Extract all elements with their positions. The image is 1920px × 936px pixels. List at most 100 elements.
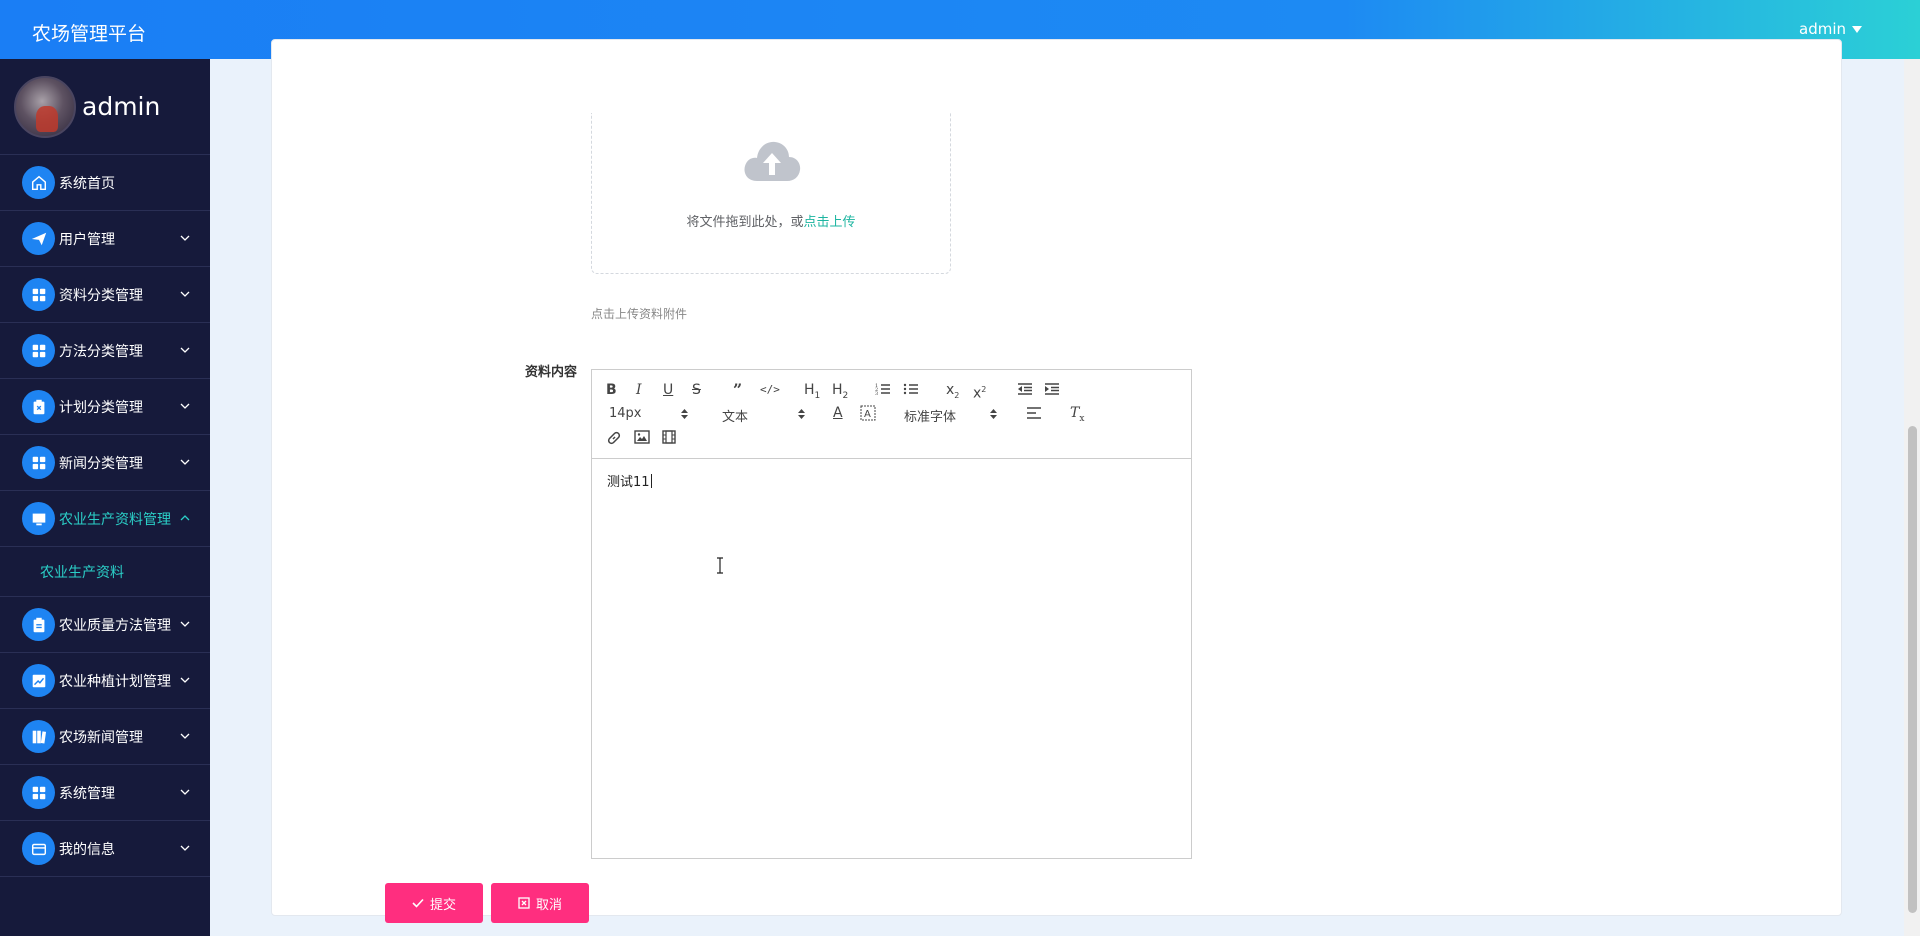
image-icon[interactable] (634, 430, 650, 444)
chevron-down-icon (180, 677, 190, 683)
select-arrows-icon (798, 409, 805, 419)
card-icon (22, 832, 55, 865)
sidebar-item-user-management[interactable]: 用户管理 (0, 211, 210, 267)
check-icon (412, 898, 424, 908)
header1-icon[interactable]: H1 (804, 382, 820, 404)
scrollbar-thumb[interactable] (1908, 426, 1917, 913)
chevron-down-icon (180, 789, 190, 795)
main-content: 将文件拖到此处，或点击上传 点击上传资料附件 资料内容 B I U S ” </… (210, 39, 1904, 936)
font-family-select[interactable]: 标准字体 (904, 406, 998, 425)
upload-tip: 点击上传资料附件 (591, 307, 688, 321)
chevron-down-icon (180, 845, 190, 851)
sidebar-item-farm-news[interactable]: 农场新闻管理 (0, 709, 210, 765)
chevron-down-icon (180, 291, 190, 297)
editor-toolbar: B I U S ” </> H1 H2 123 x2 x2 14px 文本 A … (592, 370, 1191, 459)
sidebar-item-label: 农业质量方法管理 (59, 617, 171, 634)
sidebar-item-label: 系统首页 (59, 175, 115, 192)
sidebar-item-plan-category[interactable]: 计划分类管理 (0, 379, 210, 435)
sidebar: admin 系统首页 用户管理 资料分类管理 方法分类管理 计划分类管理 新闻分… (0, 59, 210, 936)
sidebar-item-planting-plan[interactable]: 农业种植计划管理 (0, 653, 210, 709)
align-left-icon[interactable] (1026, 406, 1042, 420)
text-cursor (650, 474, 652, 488)
editor-content[interactable]: 测试11 (592, 459, 1191, 859)
svg-text:A: A (864, 409, 871, 420)
profile-name: admin (82, 92, 161, 121)
blockquote-icon[interactable]: ” (733, 382, 742, 398)
underline-icon[interactable]: U (663, 382, 673, 398)
clipboard-x-icon (22, 390, 55, 423)
italic-icon[interactable]: I (636, 382, 642, 398)
rich-text-editor[interactable]: B I U S ” </> H1 H2 123 x2 x2 14px 文本 A … (591, 369, 1192, 859)
link-icon[interactable] (606, 430, 622, 446)
outdent-icon[interactable] (1017, 382, 1033, 396)
indent-icon[interactable] (1044, 382, 1060, 396)
sidebar-item-news-category[interactable]: 新闻分类管理 (0, 435, 210, 491)
chevron-down-icon (180, 459, 190, 465)
font-color-icon[interactable]: A (833, 405, 843, 421)
chevron-down-icon (180, 347, 190, 353)
sidebar-item-label: 农业种植计划管理 (59, 673, 171, 690)
sidebar-item-label: 农场新闻管理 (59, 729, 143, 746)
caret-down-icon (1852, 25, 1862, 33)
bullet-list-icon[interactable] (903, 382, 919, 396)
code-block-icon[interactable]: </> (760, 382, 780, 398)
editor-text: 测试11 (607, 475, 650, 490)
sidebar-item-home[interactable]: 系统首页 (0, 155, 210, 211)
page-scrollbar[interactable] (1904, 59, 1920, 936)
monitor-icon (22, 502, 55, 535)
header-select[interactable]: 文本 (722, 406, 806, 425)
submit-button[interactable]: 提交 (385, 883, 483, 923)
sidebar-item-label: 资料分类管理 (59, 287, 143, 304)
send-icon (22, 222, 55, 255)
chevron-down-icon (180, 403, 190, 409)
home-icon (22, 166, 55, 199)
chevron-down-icon (180, 621, 190, 627)
bold-icon[interactable]: B (606, 382, 617, 398)
avatar (14, 75, 76, 138)
submit-label: 提交 (429, 897, 456, 913)
sidebar-item-my-info[interactable]: 我的信息 (0, 821, 210, 877)
clipboard-icon (22, 608, 55, 641)
select-arrows-icon (681, 409, 688, 419)
sidebar-item-quality-method[interactable]: 农业质量方法管理 (0, 597, 210, 653)
strike-icon[interactable]: S (692, 382, 701, 398)
content-label: 资料内容 (525, 365, 578, 380)
grid-icon (22, 446, 55, 479)
chevron-down-icon (180, 733, 190, 739)
background-color-icon[interactable]: A (860, 405, 876, 421)
mouse-ibeam-cursor-icon (717, 557, 723, 574)
sidebar-item-label: 我的信息 (59, 841, 115, 858)
sidebar-item-label: 系统管理 (59, 785, 115, 802)
sidebar-profile: admin (0, 59, 210, 155)
chevron-up-icon (180, 515, 190, 521)
grid-icon (22, 776, 55, 809)
chevron-down-icon (180, 235, 190, 241)
clear-format-icon[interactable]: Tx (1070, 405, 1084, 427)
font-family-value: 标准字体 (904, 410, 957, 425)
sidebar-item-system-management[interactable]: 系统管理 (0, 765, 210, 821)
video-icon[interactable] (662, 430, 676, 444)
close-square-icon (518, 897, 530, 909)
sidebar-item-material-category[interactable]: 资料分类管理 (0, 267, 210, 323)
superscript-icon[interactable]: x2 (973, 382, 986, 402)
ordered-list-icon[interactable]: 123 (875, 382, 891, 396)
brand-title: 农场管理平台 (32, 23, 147, 45)
user-name: admin (1799, 20, 1846, 38)
cancel-button[interactable]: 取消 (491, 883, 589, 923)
submenu-item-production-material[interactable]: 农业生产资料 (0, 547, 210, 597)
select-arrows-icon (990, 409, 997, 419)
upload-text: 将文件拖到此处，或 (686, 215, 804, 230)
cloud-upload-icon (744, 141, 801, 181)
upload-link[interactable]: 点击上传 (804, 215, 856, 230)
upload-dropzone[interactable]: 将文件拖到此处，或点击上传 (591, 113, 951, 274)
sidebar-item-production-material[interactable]: 农业生产资料管理 (0, 491, 210, 547)
header-select-value: 文本 (722, 410, 749, 425)
user-menu[interactable]: admin (1799, 20, 1862, 38)
font-size-select[interactable]: 14px (609, 406, 689, 421)
svg-text:3: 3 (875, 391, 878, 396)
chart-icon (22, 664, 55, 697)
subscript-icon[interactable]: x2 (946, 382, 959, 404)
upload-instructions: 将文件拖到此处，或点击上传 (592, 211, 950, 230)
sidebar-item-method-category[interactable]: 方法分类管理 (0, 323, 210, 379)
header2-icon[interactable]: H2 (832, 382, 848, 404)
